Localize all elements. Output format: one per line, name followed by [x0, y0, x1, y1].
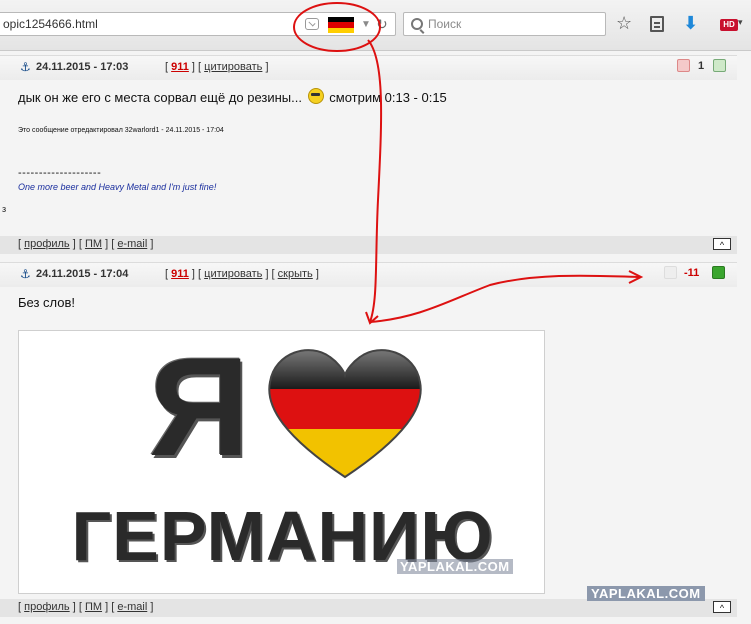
- url-text[interactable]: opic1254666.html: [3, 17, 98, 31]
- quote-link[interactable]: цитировать: [204, 61, 262, 73]
- search-box[interactable]: [403, 12, 606, 36]
- post-text: дык он же его с места сорвал ещё до рези…: [18, 88, 447, 105]
- vote-down-icon[interactable]: [677, 59, 690, 72]
- cool-smiley-icon: [307, 88, 324, 104]
- post-actions: [ 911 ] [ цитировать ]: [165, 61, 269, 73]
- pocket-icon[interactable]: [305, 18, 319, 30]
- post-header: ⚓ 24.11.2015 - 17:04 [ 911 ] [ цитироват…: [0, 262, 737, 288]
- post-date: 24.11.2015 - 17:03: [36, 61, 129, 73]
- post-footer: [ профиль ] [ ПМ ] [ e-mail ] ^: [0, 599, 737, 617]
- vote-down-icon[interactable]: [664, 266, 677, 279]
- search-input[interactable]: [428, 16, 598, 32]
- post-actions: [ 911 ] [ цитировать ] [ скрыть ]: [165, 268, 319, 280]
- post-text-part: смотрим 0:13 - 0:15: [329, 90, 447, 105]
- browser-toolbar: opic1254666.html ▼ ↻ ☆ ⬇ HD ▾: [0, 0, 751, 51]
- rating-score: 1: [698, 60, 705, 72]
- profile-link[interactable]: профиль: [24, 238, 70, 250]
- reload-icon[interactable]: ↻: [376, 16, 388, 33]
- rating-score: -11: [684, 267, 700, 279]
- image-watermark: YAPLAKAL.COM: [397, 559, 513, 574]
- signature: One more beer and Heavy Metal and I'm ju…: [18, 182, 217, 192]
- scroll-top-button[interactable]: ^: [713, 238, 731, 250]
- search-icon: [411, 18, 423, 30]
- post-footer: [ профиль ] [ ПМ ] [ e-mail ] ^: [0, 236, 737, 254]
- profile-link[interactable]: профиль: [24, 601, 70, 613]
- url-bar[interactable]: opic1254666.html ▼ ↻: [0, 12, 396, 36]
- dropdown-icon[interactable]: ▼: [361, 19, 371, 30]
- post-body: дык он же его с места сорвал ещё до рези…: [0, 80, 737, 236]
- scroll-top-button[interactable]: ^: [713, 601, 731, 613]
- reading-list-icon[interactable]: [650, 16, 664, 32]
- pm-link[interactable]: ПМ: [85, 601, 102, 613]
- download-icon[interactable]: ⬇: [683, 13, 698, 34]
- email-link[interactable]: e-mail: [117, 238, 147, 250]
- hd-extension-icon[interactable]: HD: [720, 19, 738, 31]
- post-text-part: дык он же его с места сорвал ещё до рези…: [18, 90, 302, 105]
- bookmark-star-icon[interactable]: ☆: [616, 13, 632, 34]
- footer-links: [ профиль ] [ ПМ ] [ e-mail ]: [18, 601, 154, 613]
- pm-link[interactable]: ПМ: [85, 238, 102, 250]
- email-link[interactable]: e-mail: [117, 601, 147, 613]
- german-flag-heart-icon: [268, 349, 422, 479]
- menu-icon[interactable]: ▾: [738, 17, 743, 28]
- germany-flag-icon[interactable]: [328, 17, 354, 33]
- site-watermark: YAPLAKAL.COM: [587, 586, 705, 601]
- post-number-link[interactable]: 911: [171, 268, 189, 280]
- post-number-link[interactable]: 911: [171, 61, 189, 73]
- stray-char: з: [2, 204, 7, 214]
- image-letter: Я: [149, 330, 250, 485]
- footer-links: [ профиль ] [ ПМ ] [ e-mail ]: [18, 238, 154, 250]
- vote-up-icon[interactable]: [712, 266, 725, 279]
- hide-link[interactable]: скрыть: [278, 268, 313, 280]
- quote-link[interactable]: цитировать: [204, 268, 262, 280]
- post-header: ⚓ 24.11.2015 - 17:03 [ 911 ] [ цитироват…: [0, 55, 737, 81]
- post-date: 24.11.2015 - 17:04: [36, 268, 129, 280]
- signature-separator: --------------------: [18, 167, 102, 179]
- vote-up-icon[interactable]: [713, 59, 726, 72]
- anchor-icon[interactable]: ⚓: [20, 267, 31, 281]
- anchor-icon[interactable]: ⚓: [20, 60, 31, 74]
- edit-note: Это сообщение отредактировал 32warlord1 …: [18, 127, 224, 134]
- post-image[interactable]: Я ГЕРМАНИЮ YAPLAKAL.COM: [18, 330, 545, 594]
- post-text: Без слов!: [18, 295, 76, 310]
